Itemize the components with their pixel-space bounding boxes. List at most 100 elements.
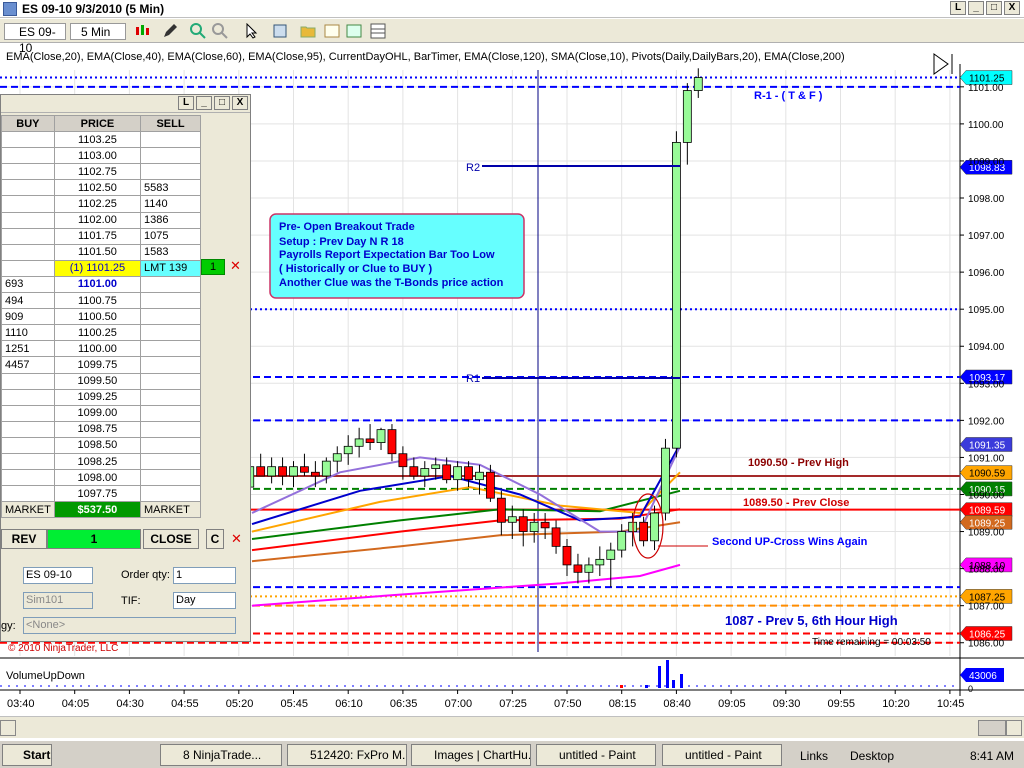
ladder-row[interactable]: 1110 1100.25	[1, 324, 201, 342]
chart-scrollbar[interactable]	[0, 716, 1024, 738]
ladder-sell-cell[interactable]	[140, 388, 201, 406]
ladder-buy-cell[interactable]	[1, 131, 55, 149]
ladder-sell-cell[interactable]	[140, 404, 201, 422]
ladder-row[interactable]: 494 1100.75	[1, 292, 201, 310]
ladder-price-cell[interactable]: 1098.25	[53, 452, 142, 471]
scroll-end-icon[interactable]	[933, 53, 949, 75]
chart-trader-icon[interactable]	[346, 23, 362, 39]
ladder-buy-cell[interactable]	[1, 227, 55, 245]
close-position-button[interactable]: CLOSE	[143, 529, 199, 549]
scroll-thumb[interactable]	[978, 720, 1006, 736]
ladder-price-cell[interactable]: 1100.25	[53, 324, 142, 342]
ladder-sell-cell[interactable]	[140, 452, 201, 471]
ladder-price-cell[interactable]: 1098.00	[53, 469, 142, 487]
desktop-toolbar[interactable]: Desktop	[850, 749, 894, 763]
ladder-price-cell[interactable]: $537.50	[53, 501, 142, 519]
ladder-buy-cell[interactable]	[1, 259, 55, 277]
ladder-sell-cell[interactable]: 1075	[140, 227, 201, 245]
ladder-row[interactable]: 909 1100.50	[1, 308, 201, 326]
ladder-price-cell[interactable]: 1102.75	[53, 163, 142, 181]
ladder-sell-cell[interactable]	[140, 308, 201, 326]
ladder-price-cell[interactable]: 1103.00	[53, 147, 142, 165]
task-fxpro[interactable]: 512420: FxPro M...	[287, 744, 407, 766]
ladder-buy-cell[interactable]	[1, 243, 55, 261]
ladder-sell-cell[interactable]	[140, 469, 201, 487]
interval-selector[interactable]: 5 Min	[70, 23, 126, 40]
tif-select[interactable]: Day	[173, 592, 236, 609]
c-button[interactable]: C	[206, 529, 224, 549]
ladder-row[interactable]: 1102.00 1386	[1, 211, 201, 229]
ladder-sell-cell[interactable]	[140, 275, 201, 294]
ladder-row[interactable]: 1102.25 1140	[1, 195, 201, 213]
ladder-row[interactable]: 1101.50 1583	[1, 243, 201, 261]
ladder-price-cell[interactable]: 1100.50	[53, 308, 142, 326]
zoom-in-icon[interactable]	[190, 23, 206, 39]
ladder-buy-cell[interactable]	[1, 372, 55, 390]
ladder-sell-cell[interactable]	[140, 147, 201, 165]
ladder-sell-cell[interactable]: MARKET	[140, 501, 201, 519]
cursor-icon[interactable]	[244, 23, 260, 39]
strategy-select[interactable]: <None>	[23, 617, 236, 634]
ladder-row[interactable]: 1099.50	[1, 372, 201, 390]
task-ninjatrader[interactable]: 8 NinjaTrade...	[160, 744, 282, 766]
pencil-icon[interactable]	[162, 23, 178, 39]
ladder-buy-cell[interactable]	[1, 404, 55, 422]
close-button[interactable]: X	[1004, 1, 1020, 15]
ladder-sell-cell[interactable]	[140, 356, 201, 374]
maximize-button[interactable]: □	[986, 1, 1002, 15]
grid-icon[interactable]	[370, 23, 386, 39]
ladder-buy-cell[interactable]	[1, 179, 55, 197]
dom-minimize-button[interactable]: _	[196, 96, 212, 110]
ladder-price-cell[interactable]: 1099.50	[53, 372, 142, 390]
ladder-row[interactable]: (1) 1101.25 LMT 139	[1, 259, 201, 277]
ladder-sell-cell[interactable]	[140, 324, 201, 342]
ladder-buy-cell[interactable]	[1, 452, 55, 471]
ladder-buy-cell[interactable]	[1, 147, 55, 165]
ladder-row[interactable]: 1098.00	[1, 469, 201, 487]
ladder-row[interactable]: 1103.25	[1, 131, 201, 149]
ladder-row[interactable]: 1097.75	[1, 485, 201, 503]
ladder-price-cell[interactable]: 1102.00	[53, 211, 142, 229]
ladder-sell-cell[interactable]	[140, 163, 201, 181]
ladder-buy-cell[interactable]: MARKET	[1, 501, 55, 519]
ladder-row[interactable]: 1098.50	[1, 436, 201, 454]
rev-button[interactable]: REV	[1, 529, 47, 549]
ladder-price-cell[interactable]: 1102.25	[53, 195, 142, 213]
ladder-sell-cell[interactable]: 1583	[140, 243, 201, 261]
dom-link-button[interactable]: L	[178, 96, 194, 110]
ladder-sell-cell[interactable]	[140, 436, 201, 454]
ladder-price-cell[interactable]: 1097.75	[53, 485, 142, 503]
start-button[interactable]: Start	[2, 744, 52, 766]
price-ladder[interactable]: BUY PRICE SELL 1103.25 1103.00 1102.75 1102…	[1, 114, 201, 519]
minimize-button[interactable]: _	[968, 1, 984, 15]
ladder-row[interactable]: 1098.75	[1, 420, 201, 438]
ladder-buy-cell[interactable]: 693	[1, 275, 55, 294]
ladder-price-cell[interactable]: 1099.25	[53, 388, 142, 406]
ladder-price-cell[interactable]: (1) 1101.25	[53, 259, 142, 277]
ladder-buy-cell[interactable]: 1110	[1, 324, 55, 342]
ladder-buy-cell[interactable]: 494	[1, 292, 55, 310]
cancel-x-icon[interactable]: ✕	[230, 259, 241, 273]
task-paint-2[interactable]: untitled - Paint	[662, 744, 782, 766]
link-button[interactable]: L	[950, 1, 966, 15]
ladder-sell-cell[interactable]	[140, 292, 201, 310]
ladder-buy-cell[interactable]: 4457	[1, 356, 55, 374]
order-qty-input[interactable]: 1	[173, 567, 236, 584]
ladder-buy-cell[interactable]	[1, 163, 55, 181]
ladder-price-cell[interactable]: 1099.75	[53, 356, 142, 374]
ladder-price-cell[interactable]: 1100.75	[53, 292, 142, 310]
zoom-out-icon[interactable]	[212, 23, 228, 39]
instrument-select[interactable]: ES 09-10	[23, 567, 93, 584]
ladder-sell-cell[interactable]: 1140	[140, 195, 201, 213]
ladder-row[interactable]: 1099.25	[1, 388, 201, 406]
ladder-buy-cell[interactable]	[1, 485, 55, 503]
ladder-sell-cell[interactable]	[140, 131, 201, 149]
ladder-sell-cell[interactable]: 1386	[140, 211, 201, 229]
task-paint-1[interactable]: untitled - Paint	[536, 744, 656, 766]
ladder-buy-cell[interactable]	[1, 420, 55, 438]
ladder-sell-cell[interactable]	[140, 485, 201, 503]
ladder-price-cell[interactable]: 1098.50	[53, 436, 142, 454]
ladder-row[interactable]: 1102.75	[1, 163, 201, 181]
folder-icon[interactable]	[300, 23, 316, 39]
links-toolbar[interactable]: Links	[800, 749, 828, 763]
